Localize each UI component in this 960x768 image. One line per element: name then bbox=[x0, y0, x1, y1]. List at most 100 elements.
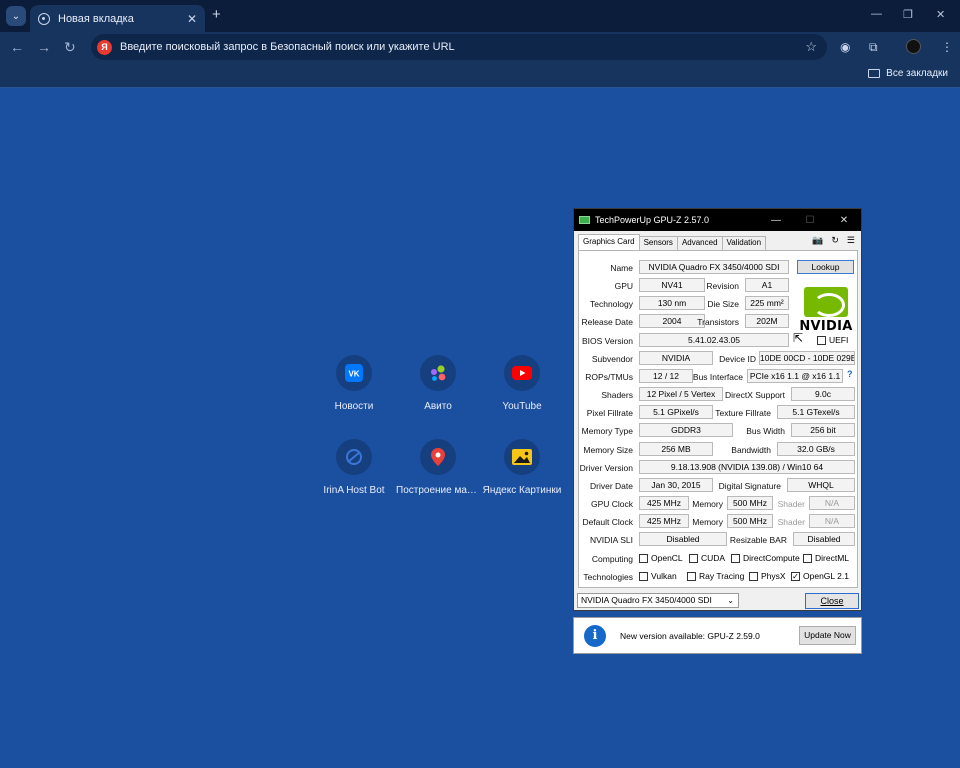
bus-interface-value: PCIe x16 1.1 @ x16 1.1 bbox=[747, 369, 843, 383]
gpu-clock-value: 425 MHz bbox=[639, 496, 689, 510]
cuda-checkbox[interactable]: CUDA bbox=[689, 553, 725, 563]
refresh-icon[interactable]: ↻ bbox=[831, 235, 839, 246]
physx-checkbox[interactable]: PhysX bbox=[749, 571, 786, 581]
tab-title: Новая вкладка bbox=[58, 12, 134, 25]
chevron-down-icon: ⌄ bbox=[727, 596, 734, 605]
shortcut-irina[interactable]: IrinA Host Bot bbox=[312, 439, 396, 496]
tab-validation[interactable]: Validation bbox=[721, 236, 767, 250]
technology-label: Technology bbox=[589, 299, 633, 309]
revision-value: A1 bbox=[745, 278, 789, 292]
vulkan-checkbox[interactable]: Vulkan bbox=[639, 571, 677, 581]
release-date-label: Release Date bbox=[581, 317, 633, 327]
graphics-card-panel: Name NVIDIA Quadro FX 3450/4000 SDI Look… bbox=[578, 250, 858, 588]
folder-icon bbox=[868, 69, 881, 78]
bus-interface-label: Bus Interface bbox=[692, 372, 743, 382]
uefi-checkbox[interactable]: UEFI bbox=[817, 335, 848, 345]
tab-advanced[interactable]: Advanced bbox=[676, 236, 723, 250]
gpuz-app-icon bbox=[579, 216, 590, 224]
address-input[interactable] bbox=[120, 41, 806, 53]
card-select[interactable]: NVIDIA Quadro FX 3450/4000 SDI ⌄ bbox=[577, 593, 739, 608]
checkbox-box bbox=[803, 553, 812, 563]
profile-avatar[interactable] bbox=[906, 39, 921, 54]
shortcut-news[interactable]: VK Новости bbox=[312, 355, 396, 412]
device-id-label: Device ID bbox=[719, 354, 756, 364]
update-now-button[interactable]: Update Now bbox=[799, 626, 856, 645]
bus-width-value: 256 bit bbox=[791, 423, 855, 437]
shortcut-icon-circle bbox=[504, 439, 540, 475]
globe-icon bbox=[38, 12, 50, 25]
yandex-icon: Я bbox=[97, 39, 112, 55]
reload-button[interactable]: ↻ bbox=[64, 38, 76, 56]
bookmarks-bar: Все закладки bbox=[0, 62, 960, 88]
tab-graphics-card[interactable]: Graphics Card bbox=[578, 234, 640, 250]
window-close-icon[interactable]: ✕ bbox=[827, 215, 861, 226]
tab-search-button[interactable]: ⌄ bbox=[6, 6, 26, 26]
back-button[interactable]: ← bbox=[10, 38, 24, 56]
minimize-icon[interactable]: — bbox=[871, 8, 882, 20]
gpu-shader-clock-label: Shader bbox=[777, 499, 805, 509]
directx-value: 9.0c bbox=[791, 387, 855, 401]
shortcut-icon-circle bbox=[420, 355, 456, 391]
menu-icon[interactable]: ⋮ bbox=[941, 40, 953, 54]
info-icon: i bbox=[584, 625, 606, 647]
texture-fillrate-value: 5.1 GTexel/s bbox=[777, 405, 855, 419]
nvidia-wordmark: NVIDIA bbox=[799, 319, 853, 334]
all-bookmarks-label: Все закладки bbox=[886, 68, 948, 79]
extensions-icon[interactable]: ⧉ bbox=[869, 40, 878, 54]
resizable-bar-label: Resizable BAR bbox=[729, 535, 787, 545]
incognito-icon[interactable]: ◉ bbox=[840, 40, 850, 54]
address-bar[interactable]: Я ☆ bbox=[91, 34, 827, 60]
bookmark-star-icon[interactable]: ☆ bbox=[805, 39, 817, 55]
maximize-icon[interactable]: ☐ bbox=[793, 215, 827, 226]
close-button[interactable]: Close bbox=[805, 593, 859, 609]
opengl-checkbox[interactable]: ✓ OpenGL 2.1 bbox=[791, 571, 849, 581]
share-icon[interactable]: ⇱ bbox=[793, 331, 803, 345]
tab-new-tab[interactable]: Новая вкладка ✕ bbox=[30, 5, 205, 32]
close-icon[interactable]: ✕ bbox=[187, 12, 197, 26]
default-memory-clock-label: Memory bbox=[692, 517, 723, 527]
transistors-label: Transistors bbox=[697, 317, 739, 327]
hamburger-menu-icon[interactable]: ☰ bbox=[847, 235, 855, 246]
ray-tracing-checkbox[interactable]: Ray Tracing bbox=[687, 571, 744, 581]
avito-icon bbox=[431, 365, 446, 381]
yandex-images-icon bbox=[512, 449, 532, 465]
forward-button[interactable]: → bbox=[37, 38, 51, 56]
new-tab-button[interactable]: + bbox=[212, 7, 221, 23]
shortcut-label: Новости bbox=[334, 401, 374, 412]
checkbox-label: CUDA bbox=[701, 553, 726, 563]
revision-label: Revision bbox=[706, 281, 739, 291]
transistors-value: 202M bbox=[745, 314, 789, 328]
name-value: NVIDIA Quadro FX 3450/4000 SDI bbox=[639, 260, 789, 274]
shortcut-yandex-images[interactable]: Яндекс Картинки bbox=[480, 439, 564, 496]
shaders-value: 12 Pixel / 5 Vertex bbox=[639, 387, 723, 401]
checkbox-label: DirectCompute bbox=[743, 553, 800, 563]
checkbox-box bbox=[687, 571, 696, 581]
shortcut-label: Авито bbox=[424, 401, 452, 412]
all-bookmarks-button[interactable]: Все закладки bbox=[868, 68, 948, 79]
minimize-icon[interactable]: — bbox=[759, 215, 793, 226]
update-notification: i New version available: GPU-Z 2.59.0 Up… bbox=[573, 617, 862, 654]
bandwidth-label: Bandwidth bbox=[731, 445, 771, 455]
subvendor-value: NVIDIA bbox=[639, 351, 713, 365]
window-close-icon[interactable]: ✕ bbox=[936, 8, 945, 21]
uefi-label: UEFI bbox=[829, 335, 849, 345]
gpuz-titlebar[interactable]: TechPowerUp GPU-Z 2.57.0 — ☐ ✕ bbox=[574, 209, 861, 231]
shortcut-avito[interactable]: Авито bbox=[396, 355, 480, 412]
tab-sensors[interactable]: Sensors bbox=[638, 236, 678, 250]
directml-checkbox[interactable]: DirectML bbox=[803, 553, 849, 563]
shortcut-label: Яндекс Картинки bbox=[482, 485, 562, 496]
opencl-checkbox[interactable]: OpenCL bbox=[639, 553, 683, 563]
camera-icon[interactable]: 📷 bbox=[812, 235, 823, 246]
checkbox-checked-icon: ✓ bbox=[791, 571, 800, 581]
restore-icon[interactable]: ❐ bbox=[903, 8, 913, 21]
shortcut-youtube[interactable]: YouTube bbox=[480, 355, 564, 412]
pixel-fillrate-value: 5.1 GPixel/s bbox=[639, 405, 713, 419]
vk-icon: VK bbox=[345, 364, 363, 382]
driver-date-label: Driver Date bbox=[590, 481, 633, 491]
directcompute-checkbox[interactable]: DirectCompute bbox=[731, 553, 800, 563]
driver-date-value: Jan 30, 2015 bbox=[639, 478, 713, 492]
shortcut-route[interactable]: Построение маршрута bbox=[396, 439, 480, 496]
help-icon[interactable]: ? bbox=[847, 369, 853, 379]
memory-type-label: Memory Type bbox=[581, 426, 633, 436]
lookup-button[interactable]: Lookup bbox=[797, 260, 854, 274]
